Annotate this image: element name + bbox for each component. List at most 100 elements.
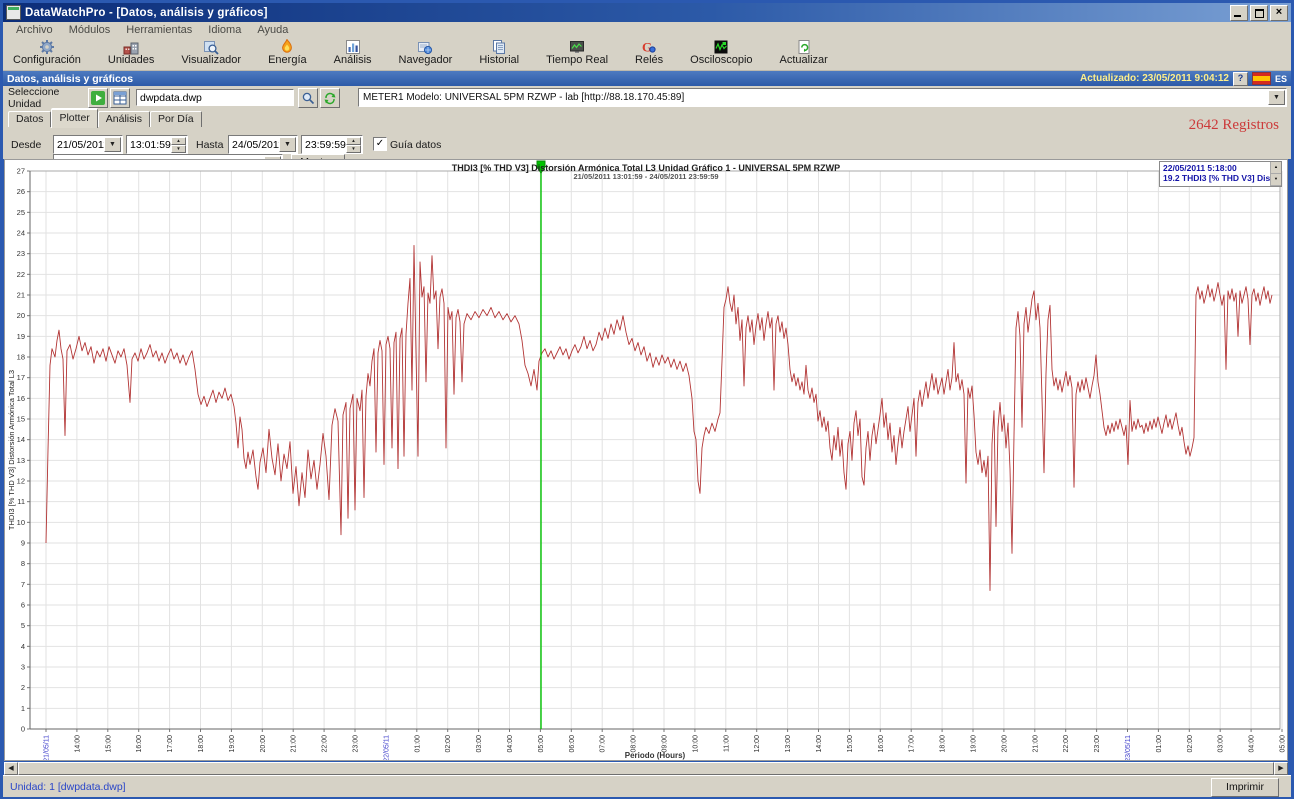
toolbar-navegador[interactable]: Navegador [399,38,453,66]
svg-text:04:00: 04:00 [1249,735,1256,753]
viewer-icon [203,39,219,55]
svg-text:05:00: 05:00 [1280,735,1287,753]
svg-text:11:00: 11:00 [723,735,730,752]
toolbar-unidades[interactable]: Unidades [108,38,154,66]
chevron-down-icon[interactable]: ▼ [279,137,296,152]
connect-button[interactable] [88,88,108,108]
hasta-date-value: 24/05/2011 [229,139,279,151]
svg-text:20: 20 [17,311,25,320]
relays-icon: G [641,39,657,55]
tab-datos[interactable]: Datos [8,111,51,127]
toolbar-label: Relés [635,54,663,66]
svg-text:17:00: 17:00 [909,735,916,753]
toolbar-energa[interactable]: Energía [268,38,307,66]
toolbar-tiemporeal[interactable]: Tiempo Real [546,38,608,66]
spin-up-icon[interactable]: ▲ [171,137,186,145]
close-button[interactable]: × [1270,5,1288,21]
svg-text:24: 24 [17,229,25,238]
toolbar-anlisis[interactable]: Análisis [334,38,372,66]
menu-ayuda[interactable]: Ayuda [249,23,296,37]
svg-text:05:00: 05:00 [538,735,545,753]
menu-mdulos[interactable]: Módulos [61,23,119,37]
menu-herramientas[interactable]: Herramientas [118,23,200,37]
title-bar: DataWatchPro - [Datos, análisis y gráfic… [3,3,1291,22]
imprimir-button[interactable]: Imprimir [1211,778,1279,797]
chevron-down-icon[interactable]: ▼ [1268,90,1285,105]
svg-text:15:00: 15:00 [847,735,854,753]
svg-text:16:00: 16:00 [878,735,885,753]
module-title: Datos, análisis y gráficos [7,73,133,85]
toolbar-visualizador[interactable]: Visualizador [181,38,241,66]
spin-down-icon[interactable]: ▼ [346,145,361,153]
toolbar-historial[interactable]: Historial [479,38,519,66]
toolbar-actualizar[interactable]: Actualizar [780,38,828,66]
menu-bar: ArchivoMódulosHerramientasIdiomaAyuda [3,22,1291,38]
svg-text:21:00: 21:00 [1032,735,1039,753]
tab-anlisis[interactable]: Análisis [98,111,150,127]
svg-text:20:00: 20:00 [260,735,267,753]
hasta-label: Hasta [196,139,223,151]
scroll-left-icon[interactable]: ◀ [4,762,18,775]
reload-file-button[interactable] [320,88,340,108]
horizontal-scrollbar[interactable]: ◀ ▶ [4,762,1288,775]
svg-text:THDI3 [% THD V3] Distorsión Ar: THDI3 [% THD V3] Distorsión Armónica Tot… [7,370,16,530]
svg-text:8: 8 [21,559,25,568]
spin-up-icon[interactable]: ▲ [346,137,361,145]
minimize-button[interactable] [1230,5,1248,21]
chart-subtitle: 21/05/2011 13:01:59 - 24/05/2011 23:59:5… [5,172,1287,181]
browser-icon [417,39,433,55]
toolbar-label: Historial [479,54,519,66]
hasta-time-spinner[interactable]: 23:59:59 ▲▼ [301,135,363,154]
svg-text:01:00: 01:00 [414,735,421,753]
svg-text:2: 2 [21,683,25,692]
spin-down-icon[interactable]: ▼ [171,145,186,153]
menu-archivo[interactable]: Archivo [8,23,61,37]
thd-line-chart[interactable]: 0123456789101112131415161718192021222324… [5,160,1287,760]
legend-down-icon[interactable]: ▼ [1271,174,1281,186]
app-icon [6,5,21,20]
data-table-button[interactable] [110,88,130,108]
menu-idioma[interactable]: Idioma [200,23,249,37]
history-icon [491,39,507,55]
restore-button[interactable] [1250,5,1268,21]
toolbar-configuracin[interactable]: Configuración [13,38,81,66]
svg-text:18:00: 18:00 [198,735,205,753]
svg-text:14:00: 14:00 [816,735,823,753]
tab-plotter[interactable]: Plotter [51,108,97,128]
toolbar-osciloscopio[interactable]: Osciloscopio [690,38,752,66]
toolbar-rels[interactable]: GRelés [635,38,663,66]
desde-time-value: 13:01:59 [127,139,171,151]
desde-date-picker[interactable]: 21/05/2011 ▼ [53,135,123,154]
legend-up-icon[interactable]: ▲ [1271,162,1281,174]
svg-text:11: 11 [17,497,25,506]
help-button[interactable]: ? [1233,72,1248,86]
chevron-down-icon[interactable]: ▼ [104,137,121,152]
svg-text:23:00: 23:00 [1094,735,1101,753]
svg-text:12: 12 [17,477,25,486]
svg-text:15: 15 [17,415,25,424]
scroll-right-icon[interactable]: ▶ [1274,762,1288,775]
device-select[interactable]: METER1 Modelo: UNIVERSAL 5PM RZWP - lab … [358,88,1287,107]
toolbar-label: Energía [268,54,307,66]
records-count: 2642 Registros [1189,117,1279,134]
updated-timestamp: Actualizado: 23/05/2011 9:04:12 [1080,73,1229,84]
svg-text:19:00: 19:00 [971,735,978,753]
toolbar-label: Análisis [334,54,372,66]
spanish-flag-icon[interactable] [1252,72,1271,85]
guia-datos-checkbox[interactable]: ✓ [373,137,387,151]
search-file-button[interactable] [298,88,318,108]
energy-icon [279,39,295,55]
hasta-date-picker[interactable]: 24/05/2011 ▼ [228,135,298,154]
svg-text:10:00: 10:00 [692,735,699,753]
svg-text:03:00: 03:00 [1218,735,1225,753]
chart-panel: 0123456789101112131415161718192021222324… [4,159,1288,761]
scrollbar-thumb[interactable] [18,762,1274,775]
tab-porda[interactable]: Por Día [150,111,202,127]
svg-text:22: 22 [17,270,25,279]
desde-time-spinner[interactable]: 13:01:59 ▲▼ [126,135,188,154]
svg-text:12:00: 12:00 [754,735,761,753]
desde-date-value: 21/05/2011 [54,139,104,151]
file-name-input[interactable] [136,89,294,106]
cursor-legend: 22/05/2011 5:18:00 19.2 THDI3 [% THD V3]… [1159,161,1282,187]
oscilloscope-icon [713,39,729,55]
